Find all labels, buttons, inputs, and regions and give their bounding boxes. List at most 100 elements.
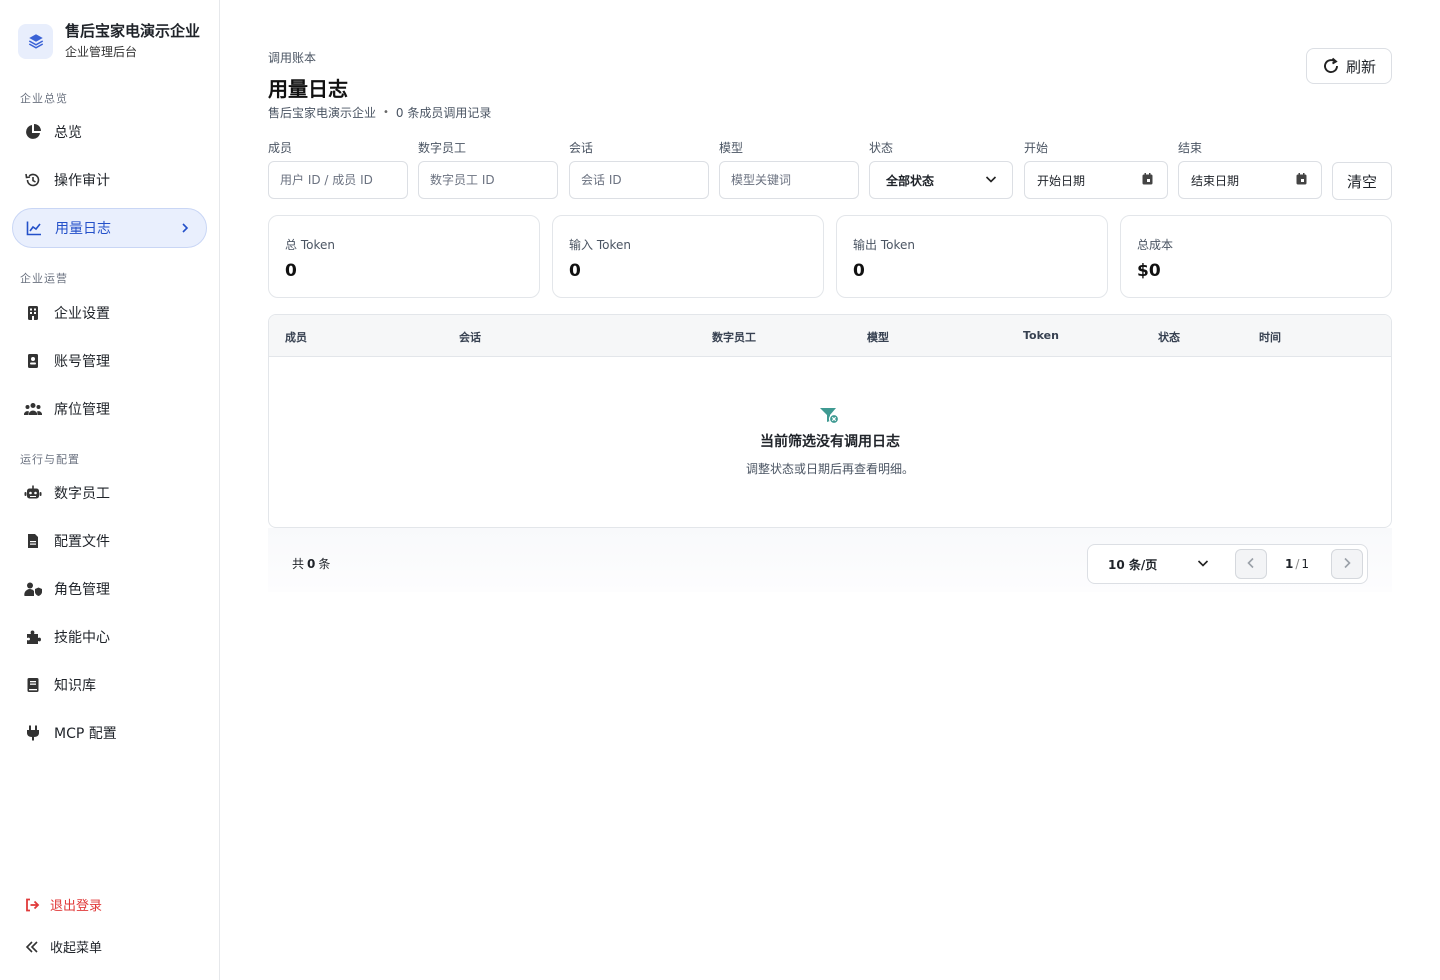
column-header-employee: 数字员工 <box>712 331 756 344</box>
sidebar-item-audit[interactable]: 操作审计 <box>12 160 207 200</box>
model-input[interactable] <box>719 161 859 199</box>
sidebar-item-config-files[interactable]: 配置文件 <box>12 521 207 561</box>
sidebar-item-label: 席位管理 <box>54 402 110 418</box>
sidebar-item-digital-employees[interactable]: 数字员工 <box>12 473 207 513</box>
column-header-session: 会话 <box>459 331 481 344</box>
sidebar-item-role-management[interactable]: 角色管理 <box>12 569 207 609</box>
filter-session: 会话 <box>569 139 709 199</box>
sidebar-item-account-management[interactable]: 账号管理 <box>12 341 207 381</box>
nav-group-title: 企业运营 <box>20 272 68 285</box>
pagination-bar: 共0条 10 条/页 1/1 <box>268 528 1392 592</box>
empty-state-description: 调整状态或日期后再查看明细。 <box>745 462 914 476</box>
chevron-right-icon <box>1340 555 1354 574</box>
filter-status: 状态 全部状态 <box>869 139 1013 199</box>
sidebar-item-label: 企业设置 <box>54 306 110 322</box>
start-date-value: 开始日期 <box>1037 173 1086 188</box>
filter-start: 开始 开始日期 <box>1024 139 1168 199</box>
book-icon <box>24 676 42 694</box>
session-input[interactable] <box>569 161 709 199</box>
empty-state-title: 当前筛选没有调用日志 <box>760 434 900 450</box>
clear-filters-button[interactable]: 清空 <box>1332 162 1392 200</box>
building-icon <box>24 304 42 322</box>
total-suffix: 条 <box>318 557 331 571</box>
end-date-picker[interactable]: 结束日期 <box>1178 161 1322 199</box>
sidebar-item-label: 技能中心 <box>54 630 110 646</box>
nav-group-title: 企业总览 <box>20 92 68 105</box>
record-summary: 0 条成员调用记录 <box>395 106 492 120</box>
page-size-value: 10 条/页 <box>1108 558 1158 572</box>
total-prefix: 共 <box>292 557 305 571</box>
robot-icon <box>24 484 42 502</box>
start-date-picker[interactable]: 开始日期 <box>1024 161 1168 199</box>
filter-label: 结束 <box>1178 141 1203 155</box>
refresh-button[interactable]: 刷新 <box>1306 48 1392 84</box>
stat-label: 输出 Token <box>853 238 915 252</box>
pagination-controls: 10 条/页 1/1 <box>1087 544 1368 584</box>
next-page-button[interactable] <box>1331 549 1363 579</box>
refresh-label: 刷新 <box>1345 57 1376 76</box>
chevron-down-icon <box>984 172 998 189</box>
sidebar-item-seat-management[interactable]: 席位管理 <box>12 389 207 429</box>
id-card-icon <box>24 352 42 370</box>
filter-label: 会话 <box>569 141 594 155</box>
chevron-left-icon <box>1244 555 1258 574</box>
layers-logo-icon <box>18 23 53 59</box>
sidebar-item-overview[interactable]: 总览 <box>12 112 207 152</box>
sidebar-item-label: 总览 <box>54 125 82 141</box>
sidebar-item-label: 数字员工 <box>54 486 110 502</box>
chevron-down-icon <box>1196 556 1210 573</box>
stat-card-output-token: 输出 Token 0 <box>836 215 1108 298</box>
stat-card-total-token: 总 Token 0 <box>268 215 540 298</box>
status-select[interactable]: 全部状态 <box>869 161 1013 199</box>
chevron-right-icon <box>178 221 192 239</box>
stat-label: 总 Token <box>285 238 335 252</box>
calendar-icon <box>1296 172 1307 188</box>
user-shield-icon <box>24 580 42 598</box>
collapse-menu-button[interactable]: 收起菜单 <box>24 937 102 956</box>
nav-group-title: 运行与配置 <box>20 453 80 466</box>
empty-state: 当前筛选没有调用日志 调整状态或日期后再查看明细。 <box>269 407 1391 477</box>
filter-employee: 数字员工 <box>418 139 558 199</box>
column-header-status: 状态 <box>1158 331 1180 344</box>
sidebar-item-usage-log[interactable]: 用量日志 <box>12 208 207 248</box>
sidebar-item-label: 配置文件 <box>54 534 110 550</box>
stat-label: 总成本 <box>1137 238 1174 252</box>
sidebar-item-label: 用量日志 <box>55 221 111 237</box>
filter-label: 成员 <box>268 141 293 155</box>
sidebar-item-skill-center[interactable]: 技能中心 <box>12 617 207 657</box>
stat-value: 0 <box>569 261 581 281</box>
column-header-member: 成员 <box>285 331 307 344</box>
stat-value: 0 <box>853 261 865 281</box>
logout-button[interactable]: 退出登录 <box>24 895 102 914</box>
refresh-icon <box>1322 57 1340 75</box>
sidebar: 售后宝家电演示企业 企业管理后台 企业总览 总览 操作审计 用量日志 企业运营 … <box>0 0 220 980</box>
status-select-value: 全部状态 <box>886 173 935 188</box>
filter-label: 开始 <box>1024 141 1049 155</box>
end-date-value: 结束日期 <box>1191 173 1240 188</box>
page-indicator: 1/1 <box>1285 557 1309 571</box>
member-input[interactable] <box>268 161 408 199</box>
separator-dot: • <box>383 107 389 118</box>
org-name: 售后宝家电演示企业 <box>268 106 377 120</box>
sidebar-item-mcp-config[interactable]: MCP 配置 <box>12 713 207 753</box>
prev-page-button[interactable] <box>1235 549 1267 579</box>
brand: 售后宝家电演示企业 企业管理后台 <box>18 22 200 60</box>
column-header-token: Token <box>1023 329 1059 342</box>
total-count: 共0条 <box>292 555 330 572</box>
table-header: 成员 会话 数字员工 模型 Token 状态 时间 <box>269 315 1391 357</box>
filter-empty-icon <box>269 407 1391 425</box>
page-title: 用量日志 <box>268 77 348 101</box>
column-header-model: 模型 <box>867 331 889 344</box>
sidebar-item-knowledge-base[interactable]: 知识库 <box>12 665 207 705</box>
employee-input[interactable] <box>418 161 558 199</box>
usage-log-table: 成员 会话 数字员工 模型 Token 状态 时间 当前筛选没有调用日志 调整状… <box>268 314 1392 528</box>
page-size-select[interactable]: 10 条/页 <box>1108 556 1210 573</box>
sidebar-item-enterprise-settings[interactable]: 企业设置 <box>12 293 207 333</box>
filter-member: 成员 <box>268 139 408 199</box>
page-separator: / <box>1295 557 1300 571</box>
column-header-time: 时间 <box>1259 331 1281 344</box>
double-chevron-left-icon <box>24 939 40 955</box>
stat-label: 输入 Token <box>569 238 631 252</box>
stat-value: $0 <box>1137 261 1161 281</box>
breadcrumb: 调用账本 <box>268 51 317 65</box>
